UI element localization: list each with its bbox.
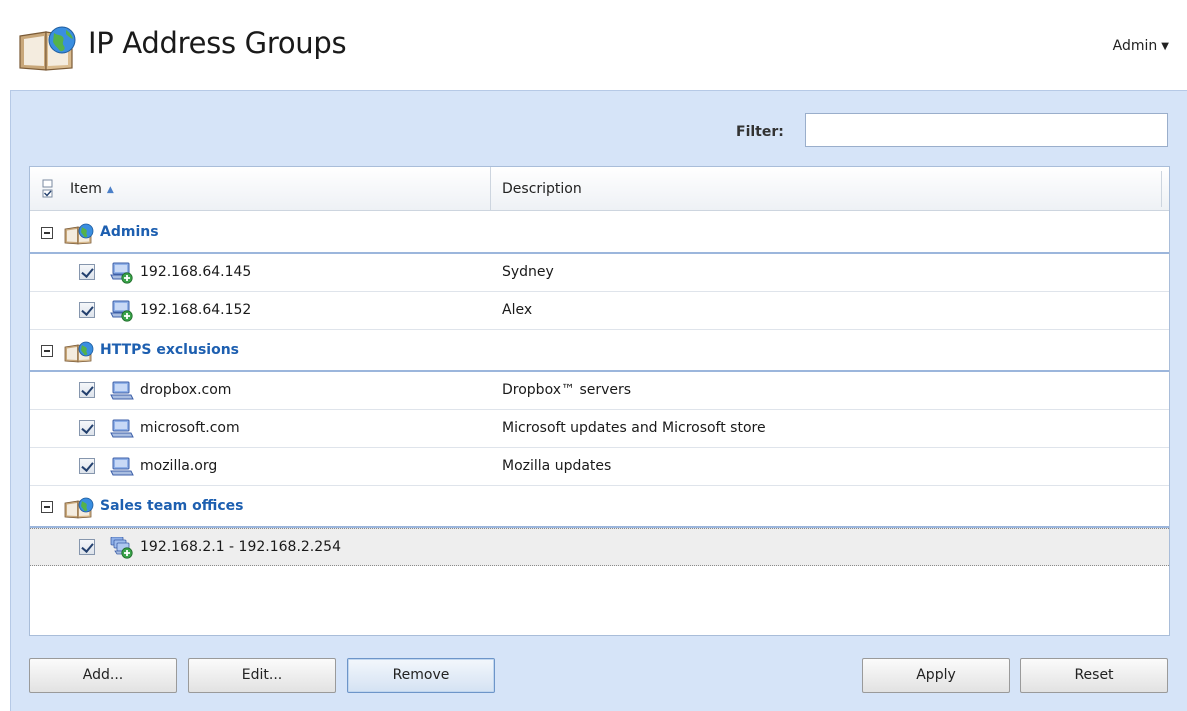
filter-label: Filter: [736, 124, 784, 140]
computer-icon [110, 380, 134, 402]
row-checkbox[interactable] [79, 458, 95, 474]
row-item: dropbox.com [140, 382, 232, 398]
group-label: Admins [100, 224, 159, 240]
user-menu-label: Admin [1112, 38, 1158, 54]
page-title: IP Address Groups [88, 26, 347, 60]
table-row-selected[interactable]: 192.168.2.1 - 192.168.2.254 [30, 528, 1169, 566]
ip-range-icon [110, 537, 134, 559]
row-checkbox[interactable] [79, 302, 95, 318]
computer-icon [110, 456, 134, 478]
select-all-checkbox-icon[interactable] [40, 178, 56, 200]
row-item: mozilla.org [140, 458, 218, 474]
table-row[interactable]: 192.168.64.152 Alex [30, 292, 1169, 330]
address-group-icon [64, 497, 96, 519]
group-row-admins[interactable]: Admins [30, 212, 1169, 254]
group-row-sales-team-offices[interactable]: Sales team offices [30, 486, 1169, 528]
apply-button[interactable]: Apply [862, 658, 1010, 693]
row-item: 192.168.2.1 - 192.168.2.254 [140, 539, 341, 555]
row-checkbox[interactable] [79, 420, 95, 436]
reset-button[interactable]: Reset [1020, 658, 1168, 693]
group-row-https-exclusions[interactable]: HTTPS exclusions [30, 330, 1169, 372]
row-item: 192.168.64.145 [140, 264, 252, 280]
column-divider [1161, 171, 1162, 207]
collapse-toggle-icon[interactable] [41, 345, 53, 357]
remove-button[interactable]: Remove [347, 658, 495, 693]
user-menu[interactable]: Admin ▼ [1113, 38, 1169, 54]
collapse-toggle-icon[interactable] [41, 501, 53, 513]
grid-body: Admins 192.168.64.145 Sydney 192.168.64.… [30, 212, 1169, 566]
column-header-item[interactable]: Item ▲ [70, 167, 491, 211]
group-label: Sales team offices [100, 498, 244, 514]
sort-ascending-icon: ▲ [106, 185, 114, 195]
row-checkbox[interactable] [79, 382, 95, 398]
row-description: Dropbox™ servers [502, 382, 632, 398]
column-header-item-label: Item [70, 181, 102, 197]
ip-address-icon [110, 300, 134, 322]
grid-header: Item ▲ Description [30, 167, 1169, 211]
table-row[interactable]: mozilla.org Mozilla updates [30, 448, 1169, 486]
row-checkbox[interactable] [79, 264, 95, 280]
page-header: IP Address Groups Admin ▼ [0, 0, 1187, 90]
address-book-globe-icon [18, 24, 80, 72]
row-item: microsoft.com [140, 420, 240, 436]
table-row[interactable]: microsoft.com Microsoft updates and Micr… [30, 410, 1169, 448]
row-description: Mozilla updates [502, 458, 612, 474]
filter-input[interactable] [805, 113, 1168, 147]
ip-address-icon [110, 262, 134, 284]
column-header-description[interactable]: Description [502, 167, 582, 211]
table-row[interactable]: dropbox.com Dropbox™ servers [30, 372, 1169, 410]
items-grid: Item ▲ Description Admins 192.168.64.145 … [29, 166, 1170, 636]
row-description: Sydney [502, 264, 554, 280]
row-item: 192.168.64.152 [140, 302, 252, 318]
add-button[interactable]: Add... [29, 658, 177, 693]
edit-button[interactable]: Edit... [188, 658, 336, 693]
address-group-icon [64, 223, 96, 245]
chevron-down-icon: ▼ [1161, 41, 1169, 52]
row-description: Alex [502, 302, 533, 318]
address-group-icon [64, 341, 96, 363]
row-description: Microsoft updates and Microsoft store [502, 420, 766, 436]
row-checkbox[interactable] [79, 539, 95, 555]
main-panel: Filter: Item ▲ Description Admins 192.16… [10, 90, 1187, 711]
computer-icon [110, 418, 134, 440]
group-label: HTTPS exclusions [100, 342, 239, 358]
table-row[interactable]: 192.168.64.145 Sydney [30, 254, 1169, 292]
collapse-toggle-icon[interactable] [41, 227, 53, 239]
